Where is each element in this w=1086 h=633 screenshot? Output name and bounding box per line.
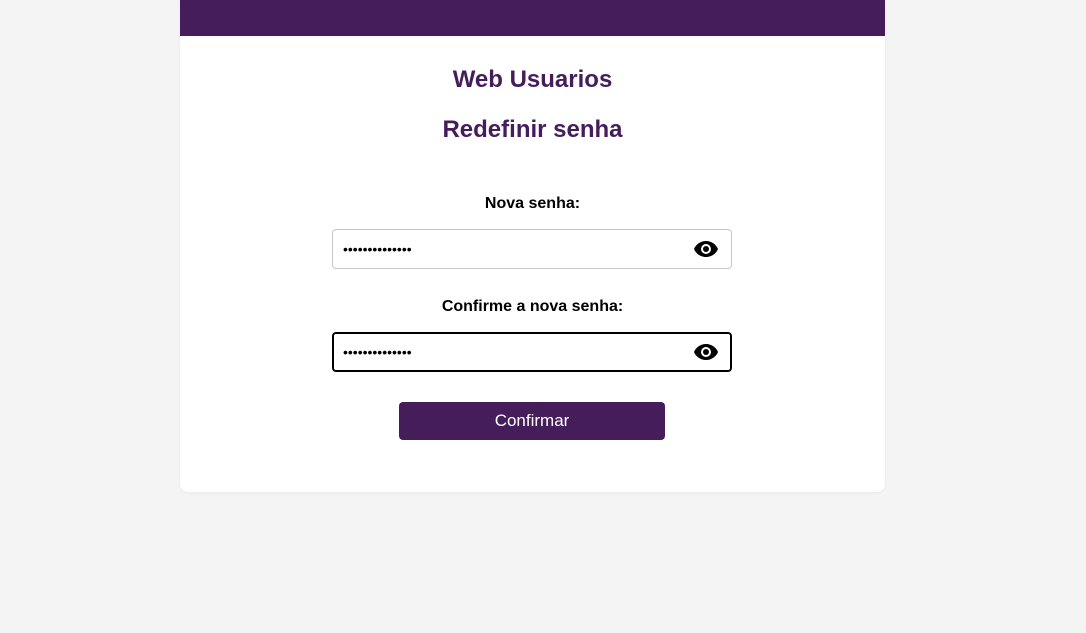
reset-password-card: Web Usuarios Redefinir senha Nova senha:…	[180, 0, 885, 492]
confirm-button[interactable]: Confirmar	[399, 402, 665, 440]
confirm-password-input[interactable]	[343, 334, 686, 370]
app-title: Web Usuarios	[452, 66, 613, 93]
new-password-field	[332, 229, 732, 269]
new-password-label: Nova senha:	[484, 195, 581, 212]
page-title: Redefinir senha	[442, 116, 623, 143]
eye-icon[interactable]	[693, 343, 719, 361]
confirm-password-label: Confirme a nova senha:	[441, 298, 624, 315]
eye-icon[interactable]	[693, 240, 719, 258]
confirm-password-field	[332, 332, 732, 372]
card-header-bar	[180, 0, 885, 36]
new-password-input[interactable]	[343, 230, 687, 268]
